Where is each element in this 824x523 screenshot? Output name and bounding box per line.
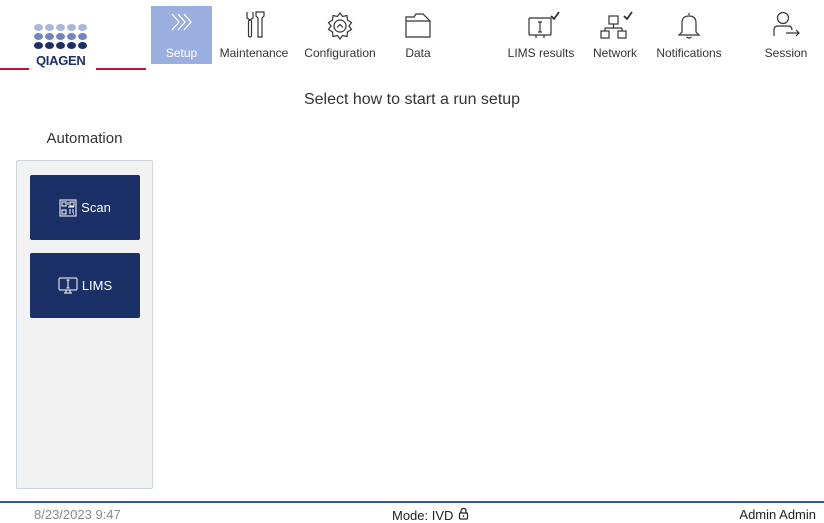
logo-dots-icon: [34, 24, 88, 49]
page-title: Select how to start a run setup: [303, 91, 521, 108]
lims-button[interactable]: LIMS: [30, 253, 140, 318]
nav-data-label: Data: [405, 46, 431, 60]
footer-mode-label: Mode: IVD: [392, 507, 454, 523]
scan-button[interactable]: Scan: [30, 175, 140, 240]
logo-text: QIAGEN: [36, 53, 86, 68]
nav-maintenance-label: Maintenance: [219, 46, 289, 60]
nav-notifications-label: Notifications: [656, 46, 722, 60]
footer-user: Admin Admin: [739, 507, 816, 522]
nav-lims-results-label: LIMS results: [507, 46, 575, 60]
footer-datetime: 8/23/2023 9:47: [34, 507, 121, 522]
nav-configuration-label: Configuration: [304, 46, 376, 60]
tools-icon: [214, 10, 294, 40]
top-bar: QIAGEN Setup Maintenance Configuration D…: [0, 0, 824, 72]
gear-icon: [296, 10, 384, 40]
nav-data[interactable]: Data: [388, 6, 448, 64]
lims-monitor-check-icon: [500, 10, 582, 40]
scan-button-label: Scan: [81, 200, 111, 215]
qiagen-logo: QIAGEN: [34, 24, 88, 70]
nav-lims-results[interactable]: LIMS results: [500, 6, 582, 64]
lims-button-label: LIMS: [81, 278, 113, 293]
monitor-icon: [58, 277, 78, 295]
nav-session-label: Session: [764, 46, 808, 60]
logo-red-line-right: [96, 68, 146, 70]
user-logout-icon: [754, 10, 818, 40]
logo-red-line-left: [0, 68, 29, 70]
barcode-scan-icon: [59, 199, 77, 217]
nav-notifications[interactable]: Notifications: [646, 6, 732, 64]
chevrons-right-icon: [151, 10, 212, 40]
nav-maintenance[interactable]: Maintenance: [214, 6, 294, 64]
nav-network[interactable]: Network: [586, 6, 644, 64]
automation-title: Automation: [46, 130, 123, 147]
network-check-icon: [586, 10, 644, 40]
nav-setup[interactable]: Setup: [151, 6, 212, 64]
bell-icon: [646, 10, 732, 40]
automation-panel: Scan LIMS: [16, 160, 153, 489]
folder-icon: [388, 10, 448, 40]
footer-divider: [0, 501, 824, 503]
nav-session[interactable]: Session: [754, 6, 818, 64]
nav-network-label: Network: [592, 46, 637, 60]
nav-setup-label: Setup: [165, 46, 198, 60]
nav-configuration[interactable]: Configuration: [296, 6, 384, 64]
